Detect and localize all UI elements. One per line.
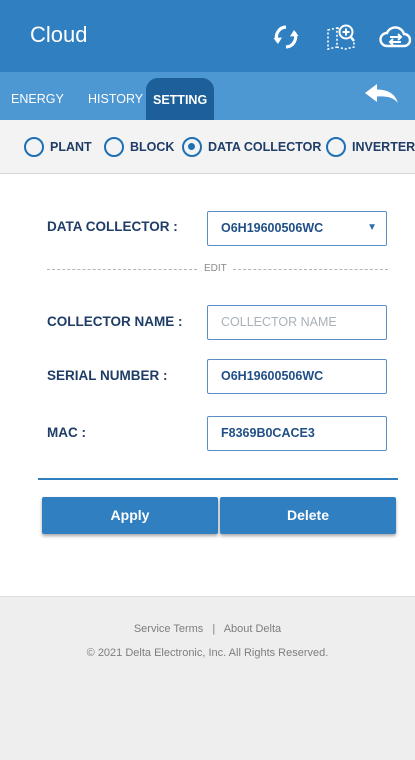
footer-separator: |	[212, 623, 216, 635]
zoom-in-map-icon[interactable]	[325, 20, 359, 54]
back-arrow-icon[interactable]	[365, 84, 399, 106]
mac-input[interactable]: F8369B0CACE3	[207, 416, 387, 451]
radio-plant[interactable]: PLANT	[24, 120, 92, 174]
serial-number-label: SERIAL NUMBER :	[47, 368, 168, 383]
radio-label: INVERTER	[352, 140, 415, 154]
mac-label: MAC :	[47, 425, 86, 440]
tab-bar: ENERGY HISTORY SETTING	[0, 72, 415, 120]
radio-circle-icon	[104, 137, 124, 157]
radio-block[interactable]: BLOCK	[104, 120, 174, 174]
copyright-text: © 2021 Delta Electronic, Inc. All Rights…	[86, 647, 329, 659]
tab-history[interactable]: HISTORY	[81, 72, 150, 120]
footer-links: Service Terms | About Delta	[0, 623, 415, 635]
radio-circle-icon	[24, 137, 44, 157]
collector-name-label: COLLECTOR NAME :	[47, 314, 183, 329]
data-collector-value: O6H19600506WC	[221, 221, 324, 235]
collector-name-placeholder: COLLECTOR NAME	[221, 315, 337, 329]
radio-inverter[interactable]: INVERTER	[326, 120, 415, 174]
data-collector-select[interactable]: O6H19600506WC ▼	[207, 211, 387, 246]
data-collector-label: DATA COLLECTOR :	[47, 219, 178, 234]
app-title: Cloud	[30, 22, 88, 47]
service-terms-link[interactable]: Service Terms	[134, 623, 203, 635]
tab-setting[interactable]: SETTING	[146, 78, 215, 120]
mac-value: F8369B0CACE3	[221, 426, 315, 440]
tab-energy[interactable]: ENERGY	[4, 72, 71, 120]
app-header: Cloud	[0, 0, 415, 72]
dropdown-arrow-icon: ▼	[367, 222, 377, 233]
edit-label: EDIT	[204, 263, 227, 274]
collector-name-input[interactable]: COLLECTOR NAME	[207, 305, 387, 340]
divider	[38, 478, 398, 480]
cloud-sync-icon[interactable]	[378, 20, 412, 54]
edit-divider: EDIT	[47, 263, 388, 275]
radio-data-collector[interactable]: DATA COLLECTOR	[182, 120, 321, 174]
about-delta-link[interactable]: About Delta	[224, 623, 281, 635]
scope-radio-group: PLANT BLOCK DATA COLLECTOR INVERTER	[0, 120, 415, 174]
delete-button[interactable]: Delete	[220, 497, 396, 534]
radio-label: BLOCK	[130, 140, 175, 154]
radio-checked-icon	[182, 137, 202, 157]
footer: Service Terms | About Delta © 2021 Delta…	[0, 596, 415, 760]
apply-button[interactable]: Apply	[42, 497, 218, 534]
radio-circle-icon	[326, 137, 346, 157]
radio-label: DATA COLLECTOR	[208, 140, 322, 154]
radio-label: PLANT	[50, 140, 92, 154]
serial-number-input[interactable]: O6H19600506WC	[207, 359, 387, 394]
refresh-icon[interactable]	[269, 20, 303, 54]
serial-number-value: O6H19600506WC	[221, 369, 324, 383]
